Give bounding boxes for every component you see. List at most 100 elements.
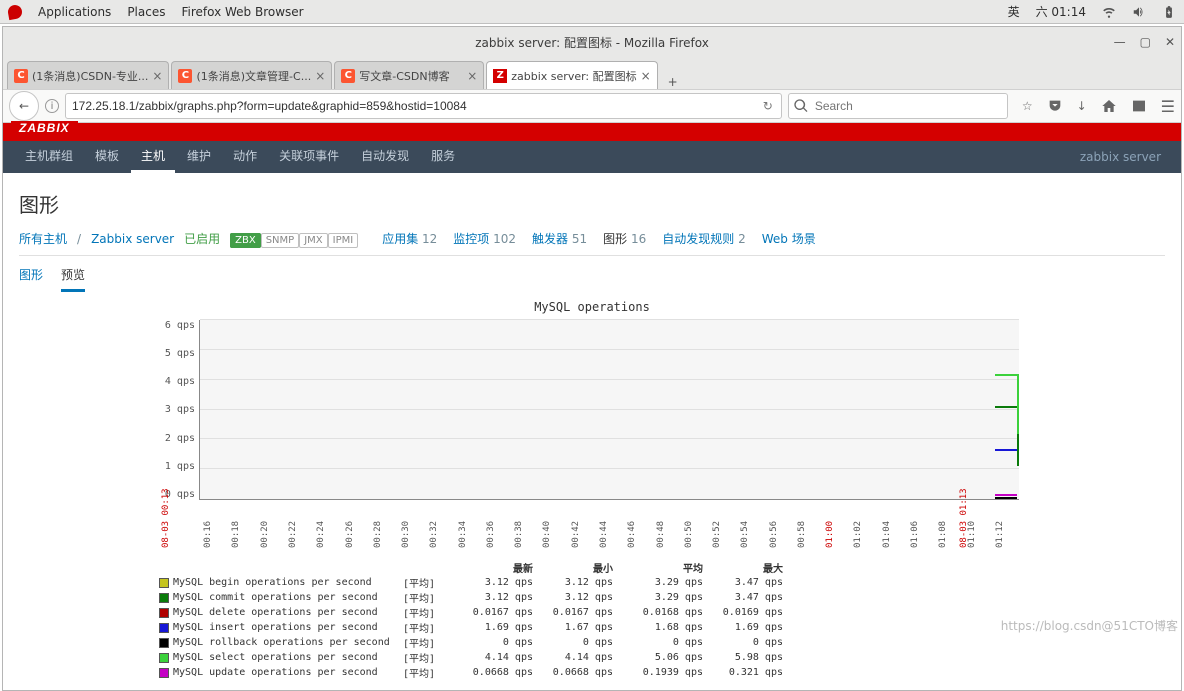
clock[interactable]: 六 01:14 xyxy=(1036,3,1086,20)
wifi-icon[interactable] xyxy=(1102,5,1116,19)
x-tick: 01:06 xyxy=(910,521,920,548)
x-tick: 00:38 xyxy=(514,521,524,548)
x-tick: 00:20 xyxy=(260,521,270,548)
breadcrumb-link[interactable]: 触发器 51 xyxy=(532,230,587,247)
tab-close-icon[interactable]: × xyxy=(152,69,162,83)
breadcrumb-link[interactable]: 监控项 102 xyxy=(453,230,516,247)
bookmark-star-icon[interactable]: ☆ xyxy=(1022,99,1033,113)
app-title: Firefox Web Browser xyxy=(181,5,303,19)
home-icon[interactable] xyxy=(1101,98,1117,114)
breadcrumb-link[interactable]: 图形 16 xyxy=(603,230,646,247)
window-title: zabbix server: 配置图标 - Mozilla Firefox xyxy=(475,34,709,51)
zabbix-favicon: Z xyxy=(493,69,507,83)
firefox-window: zabbix server: 配置图标 - Mozilla Firefox — … xyxy=(2,26,1182,691)
color-swatch xyxy=(159,638,169,648)
page-tab[interactable]: 预览 xyxy=(61,266,85,292)
reload-button[interactable]: ↻ xyxy=(759,99,777,113)
close-button[interactable]: ✕ xyxy=(1165,35,1175,49)
x-tick: 00:44 xyxy=(599,521,609,548)
new-tab-button[interactable]: + xyxy=(660,75,686,89)
x-tick: 00:48 xyxy=(656,521,666,548)
pocket-icon[interactable] xyxy=(1047,98,1063,114)
nav-item[interactable]: 自动发现 xyxy=(351,141,419,173)
browser-tab[interactable]: C(1条消息)CSDN-专业...× xyxy=(7,61,169,89)
series-line xyxy=(995,494,1017,496)
ime-indicator[interactable]: 英 xyxy=(1008,3,1020,20)
color-swatch xyxy=(159,668,169,678)
zabbix-logo[interactable]: ZABBIX xyxy=(11,121,78,141)
legend-row: MySQL update operations per second[平均]0.… xyxy=(159,665,1165,680)
series-line xyxy=(995,449,1017,451)
y-tick: 5 qps xyxy=(165,348,195,359)
chart-plot xyxy=(199,320,1019,500)
host-link[interactable]: Zabbix server xyxy=(91,232,174,246)
color-swatch xyxy=(159,608,169,618)
hamburger-menu-icon[interactable]: ☰ xyxy=(1161,97,1175,116)
nav-item[interactable]: 服务 xyxy=(421,141,465,173)
gnome-top-bar: Applications Places Firefox Web Browser … xyxy=(0,0,1184,24)
x-tick: 00:30 xyxy=(401,521,411,548)
x-tick: 00:34 xyxy=(458,521,468,548)
minimize-button[interactable]: — xyxy=(1114,35,1126,49)
y-tick: 1 qps xyxy=(165,461,195,472)
search-bar[interactable] xyxy=(788,93,1008,119)
window-titlebar: zabbix server: 配置图标 - Mozilla Firefox — … xyxy=(3,27,1181,57)
browser-tab[interactable]: C(1条消息)文章管理-C...× xyxy=(171,61,332,89)
series-line xyxy=(995,497,1017,499)
csdn-favicon: C xyxy=(178,69,192,83)
url-bar[interactable]: ↻ xyxy=(65,93,782,119)
browser-tab[interactable]: Zzabbix server: 配置图标× xyxy=(486,61,657,89)
zabbix-subnav: 主机群组模板主机维护动作关联项事件自动发现服务 zabbix server xyxy=(3,141,1181,173)
downloads-icon[interactable]: ↓ xyxy=(1077,99,1087,113)
x-tick: 01:04 xyxy=(882,521,892,548)
maximize-button[interactable]: ▢ xyxy=(1140,35,1151,49)
battery-icon[interactable] xyxy=(1162,5,1176,19)
nav-item[interactable]: 关联项事件 xyxy=(269,141,349,173)
y-axis: 6 qps5 qps4 qps3 qps2 qps1 qps0 qps xyxy=(19,320,199,500)
zabbix-header: ZABBIX xyxy=(3,123,1181,141)
x-axis: 08-03 00:1300:1600:1800:2000:2200:2400:2… xyxy=(199,500,1019,548)
all-hosts-link[interactable]: 所有主机 xyxy=(19,230,67,247)
search-input[interactable] xyxy=(813,98,1003,114)
nav-item[interactable]: 动作 xyxy=(223,141,267,173)
x-tick: 01:02 xyxy=(853,521,863,548)
legend-row: MySQL select operations per second[平均]4.… xyxy=(159,650,1165,665)
places-menu[interactable]: Places xyxy=(127,5,165,19)
y-tick: 4 qps xyxy=(165,376,195,387)
color-swatch xyxy=(159,623,169,633)
csdn-favicon: C xyxy=(14,69,28,83)
page-tab[interactable]: 图形 xyxy=(19,266,43,292)
nav-item[interactable]: 主机 xyxy=(131,141,175,173)
x-tick: 00:16 xyxy=(203,521,213,548)
breadcrumb-link[interactable]: 自动发现规则 2 xyxy=(662,230,745,247)
tab-close-icon[interactable]: × xyxy=(641,69,651,83)
nav-item[interactable]: 模板 xyxy=(85,141,129,173)
x-tick: 00:18 xyxy=(231,521,241,548)
breadcrumb-link[interactable]: 应用集 12 xyxy=(382,230,437,247)
volume-icon[interactable] xyxy=(1132,5,1146,19)
sidebar-icon[interactable] xyxy=(1131,98,1147,114)
x-tick: 00:58 xyxy=(797,521,807,548)
nav-item[interactable]: 主机群组 xyxy=(15,141,83,173)
x-tick: 00:42 xyxy=(571,521,581,548)
color-swatch xyxy=(159,578,169,588)
y-tick: 6 qps xyxy=(165,320,195,331)
tab-close-icon[interactable]: × xyxy=(315,69,325,83)
breadcrumb-link[interactable]: Web 场景 xyxy=(762,230,816,247)
x-date-left: 08-03 00:13 xyxy=(161,488,171,548)
y-tick: 3 qps xyxy=(165,404,195,415)
color-swatch xyxy=(159,653,169,663)
nav-item[interactable]: 维护 xyxy=(177,141,221,173)
applications-menu[interactable]: Applications xyxy=(38,5,111,19)
info-icon[interactable]: i xyxy=(45,99,59,113)
interface-badge: ZBX xyxy=(230,233,261,248)
browser-tab[interactable]: C写文章-CSDN博客× xyxy=(334,61,484,89)
y-tick: 2 qps xyxy=(165,433,195,444)
csdn-favicon: C xyxy=(341,69,355,83)
series-line xyxy=(995,406,1017,408)
series-line xyxy=(995,374,1017,376)
url-input[interactable] xyxy=(70,98,759,114)
browser-tabstrip: C(1条消息)CSDN-专业...×C(1条消息)文章管理-C...×C写文章-… xyxy=(3,57,1181,89)
back-button[interactable]: ← xyxy=(9,91,39,121)
tab-close-icon[interactable]: × xyxy=(467,69,477,83)
